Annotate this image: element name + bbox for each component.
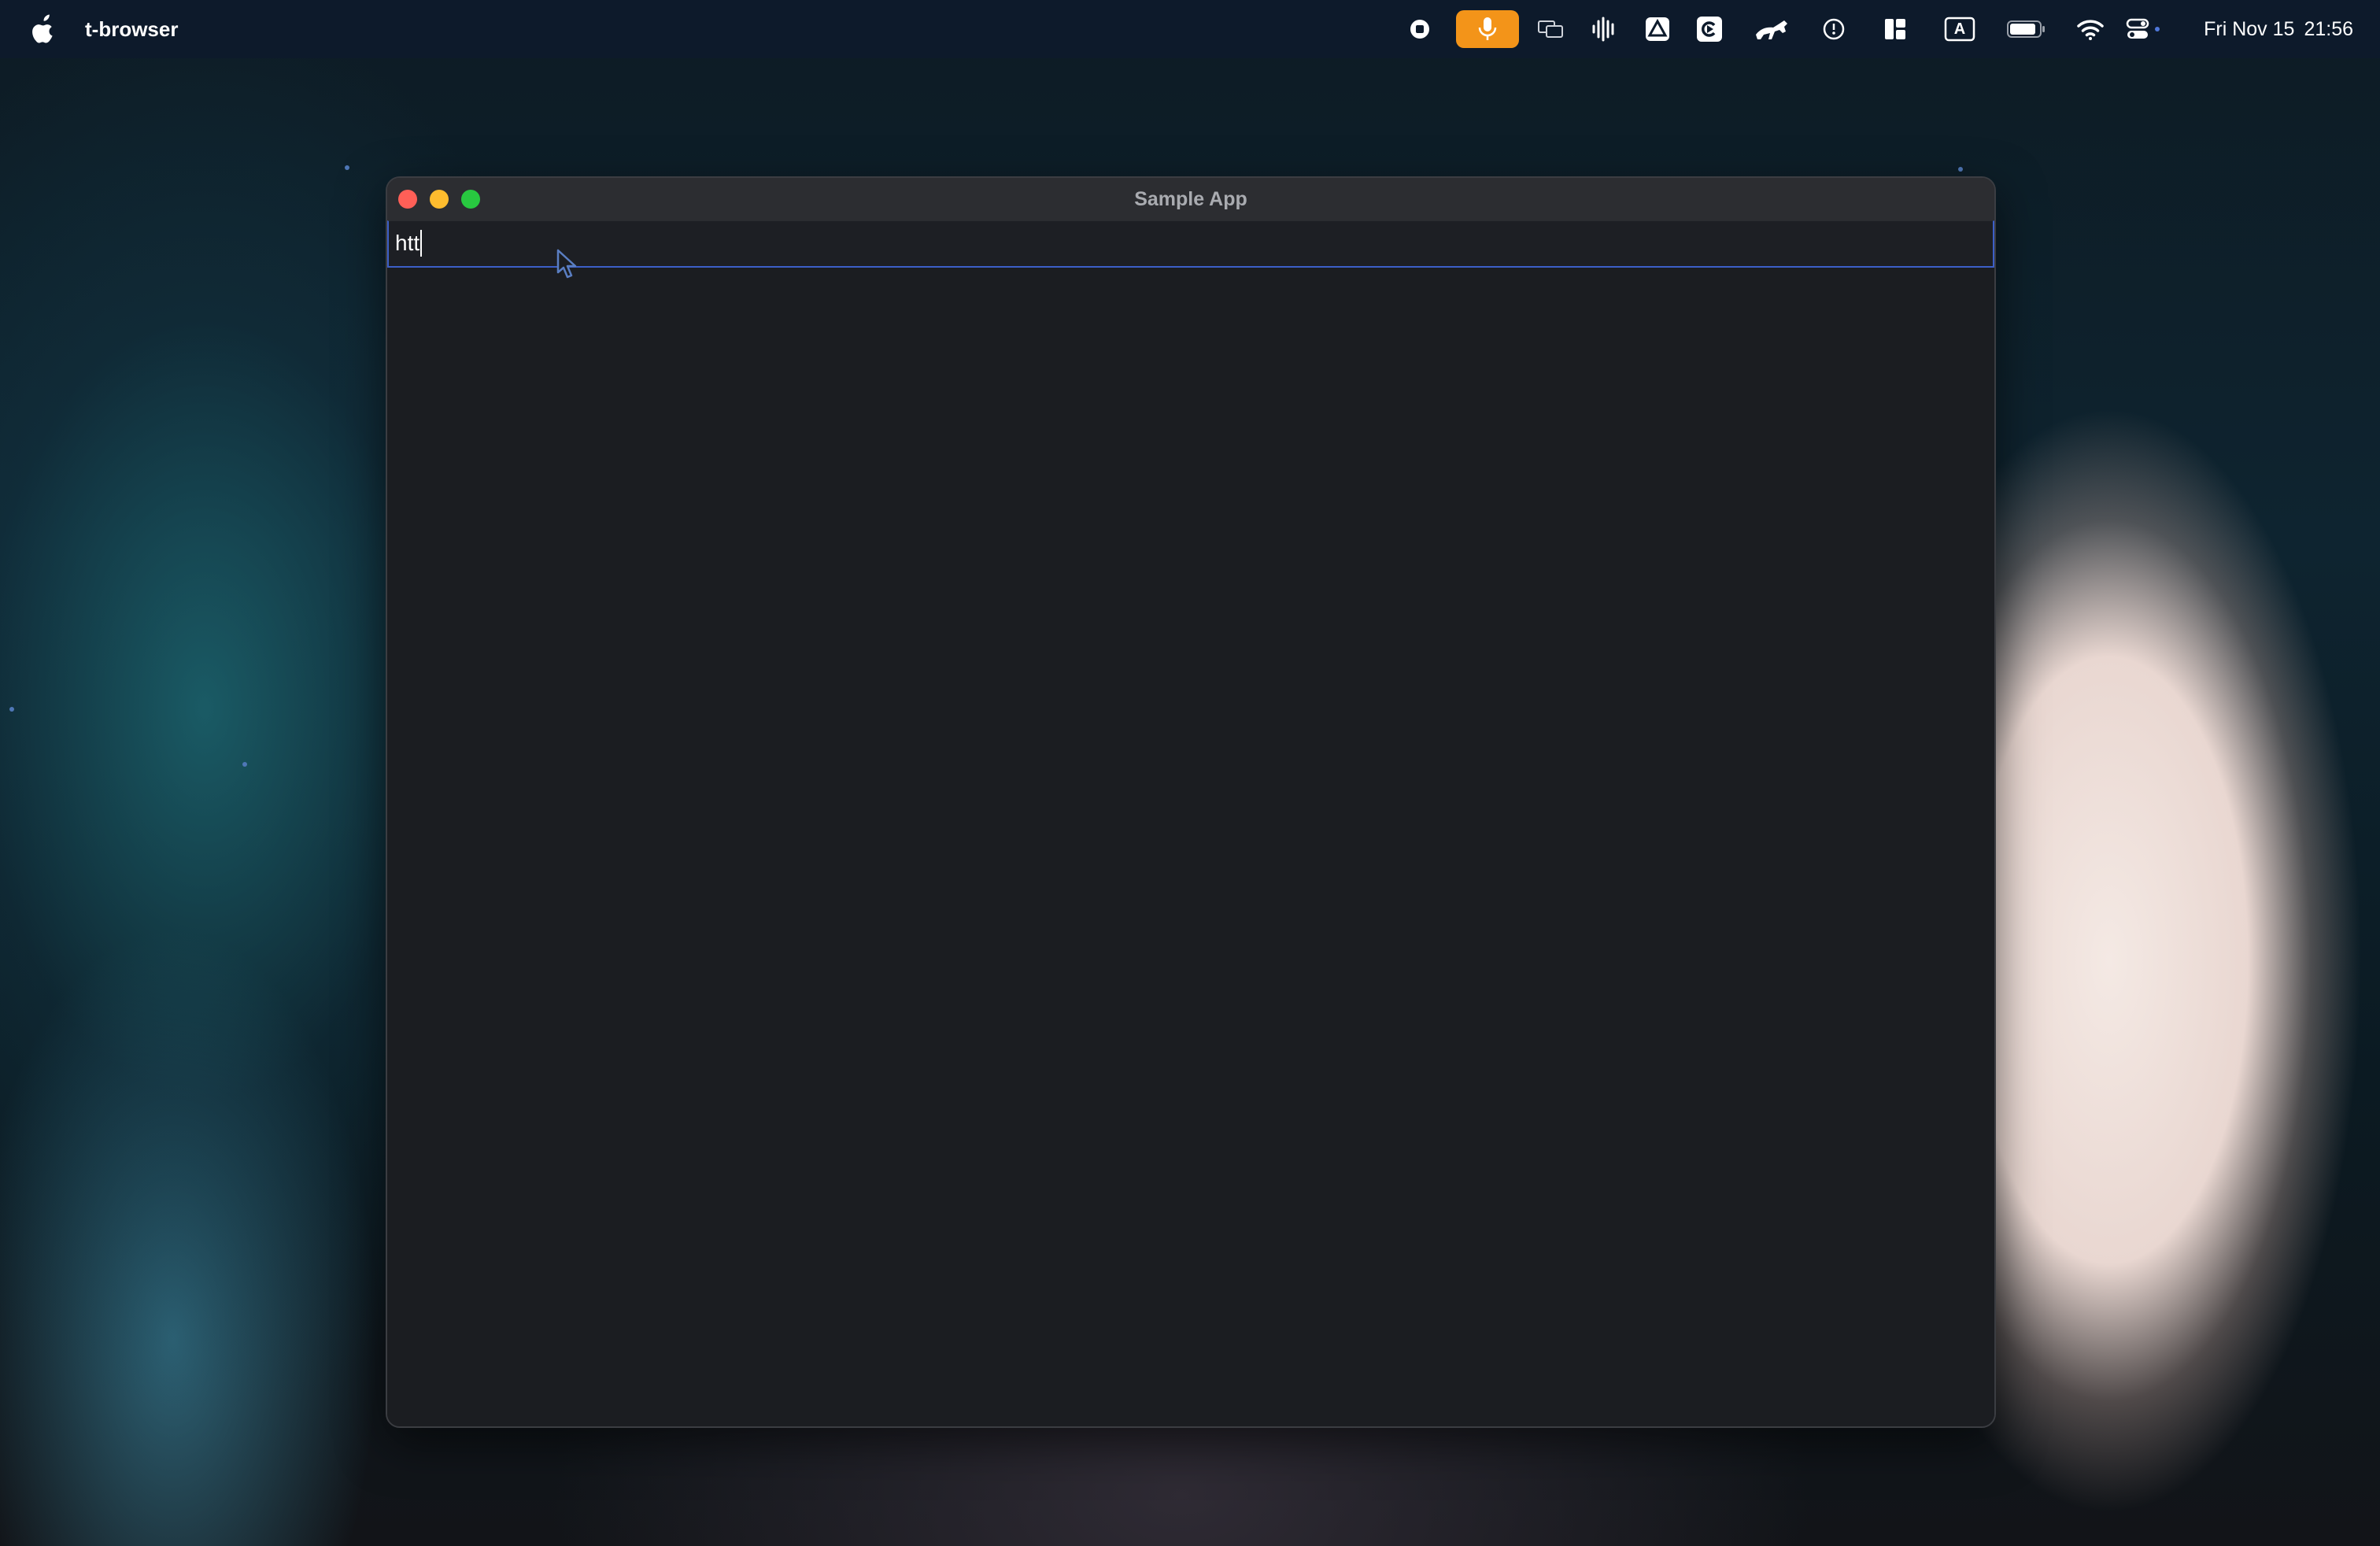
time-machine-icon[interactable] — [1818, 13, 1850, 45]
wallpaper-star — [1958, 167, 1963, 172]
horse-app-icon[interactable] — [1752, 13, 1793, 45]
input-source-icon[interactable]: A — [1944, 13, 1975, 45]
url-input[interactable]: htt — [395, 221, 423, 265]
control-center-icon[interactable] — [2125, 13, 2163, 45]
window-titlebar[interactable]: Sample App — [387, 178, 1994, 221]
window-layout-icon[interactable] — [1879, 13, 1911, 45]
battery-icon[interactable] — [2005, 13, 2048, 45]
mouse-pointer-icon — [556, 249, 579, 280]
menu-bar: t-browser A Fri Nov 15 21:56 — [0, 0, 2380, 58]
apple-menu-icon[interactable] — [30, 13, 57, 44]
screen-mirroring-icon[interactable] — [1535, 13, 1566, 45]
menubar-time: 21:56 — [2304, 18, 2353, 40]
window-title: Sample App — [1134, 188, 1247, 210]
wallpaper-star — [242, 762, 247, 767]
app-window: Sample App htt — [386, 176, 1996, 1428]
record-stop-icon[interactable] — [1404, 13, 1436, 45]
url-bar[interactable]: htt — [387, 220, 1994, 268]
input-source-label: A — [1953, 20, 1966, 38]
wallpaper-star — [9, 707, 14, 712]
active-app-name[interactable]: t-browser — [85, 0, 178, 58]
web-content-area[interactable] — [387, 268, 1994, 1426]
screen-recorder-icon[interactable] — [1694, 13, 1725, 45]
microphone-icon[interactable] — [1456, 10, 1519, 48]
menubar-clock[interactable]: Fri Nov 15 21:56 — [2204, 0, 2353, 58]
menubar-date: Fri Nov 15 — [2204, 18, 2295, 40]
audio-waveform-icon[interactable] — [1588, 13, 1620, 45]
wifi-icon[interactable] — [2075, 13, 2106, 45]
text-caret — [420, 229, 423, 257]
url-input-value: htt — [395, 231, 420, 255]
google-drive-icon[interactable] — [1642, 13, 1673, 45]
wallpaper-star — [345, 165, 349, 170]
